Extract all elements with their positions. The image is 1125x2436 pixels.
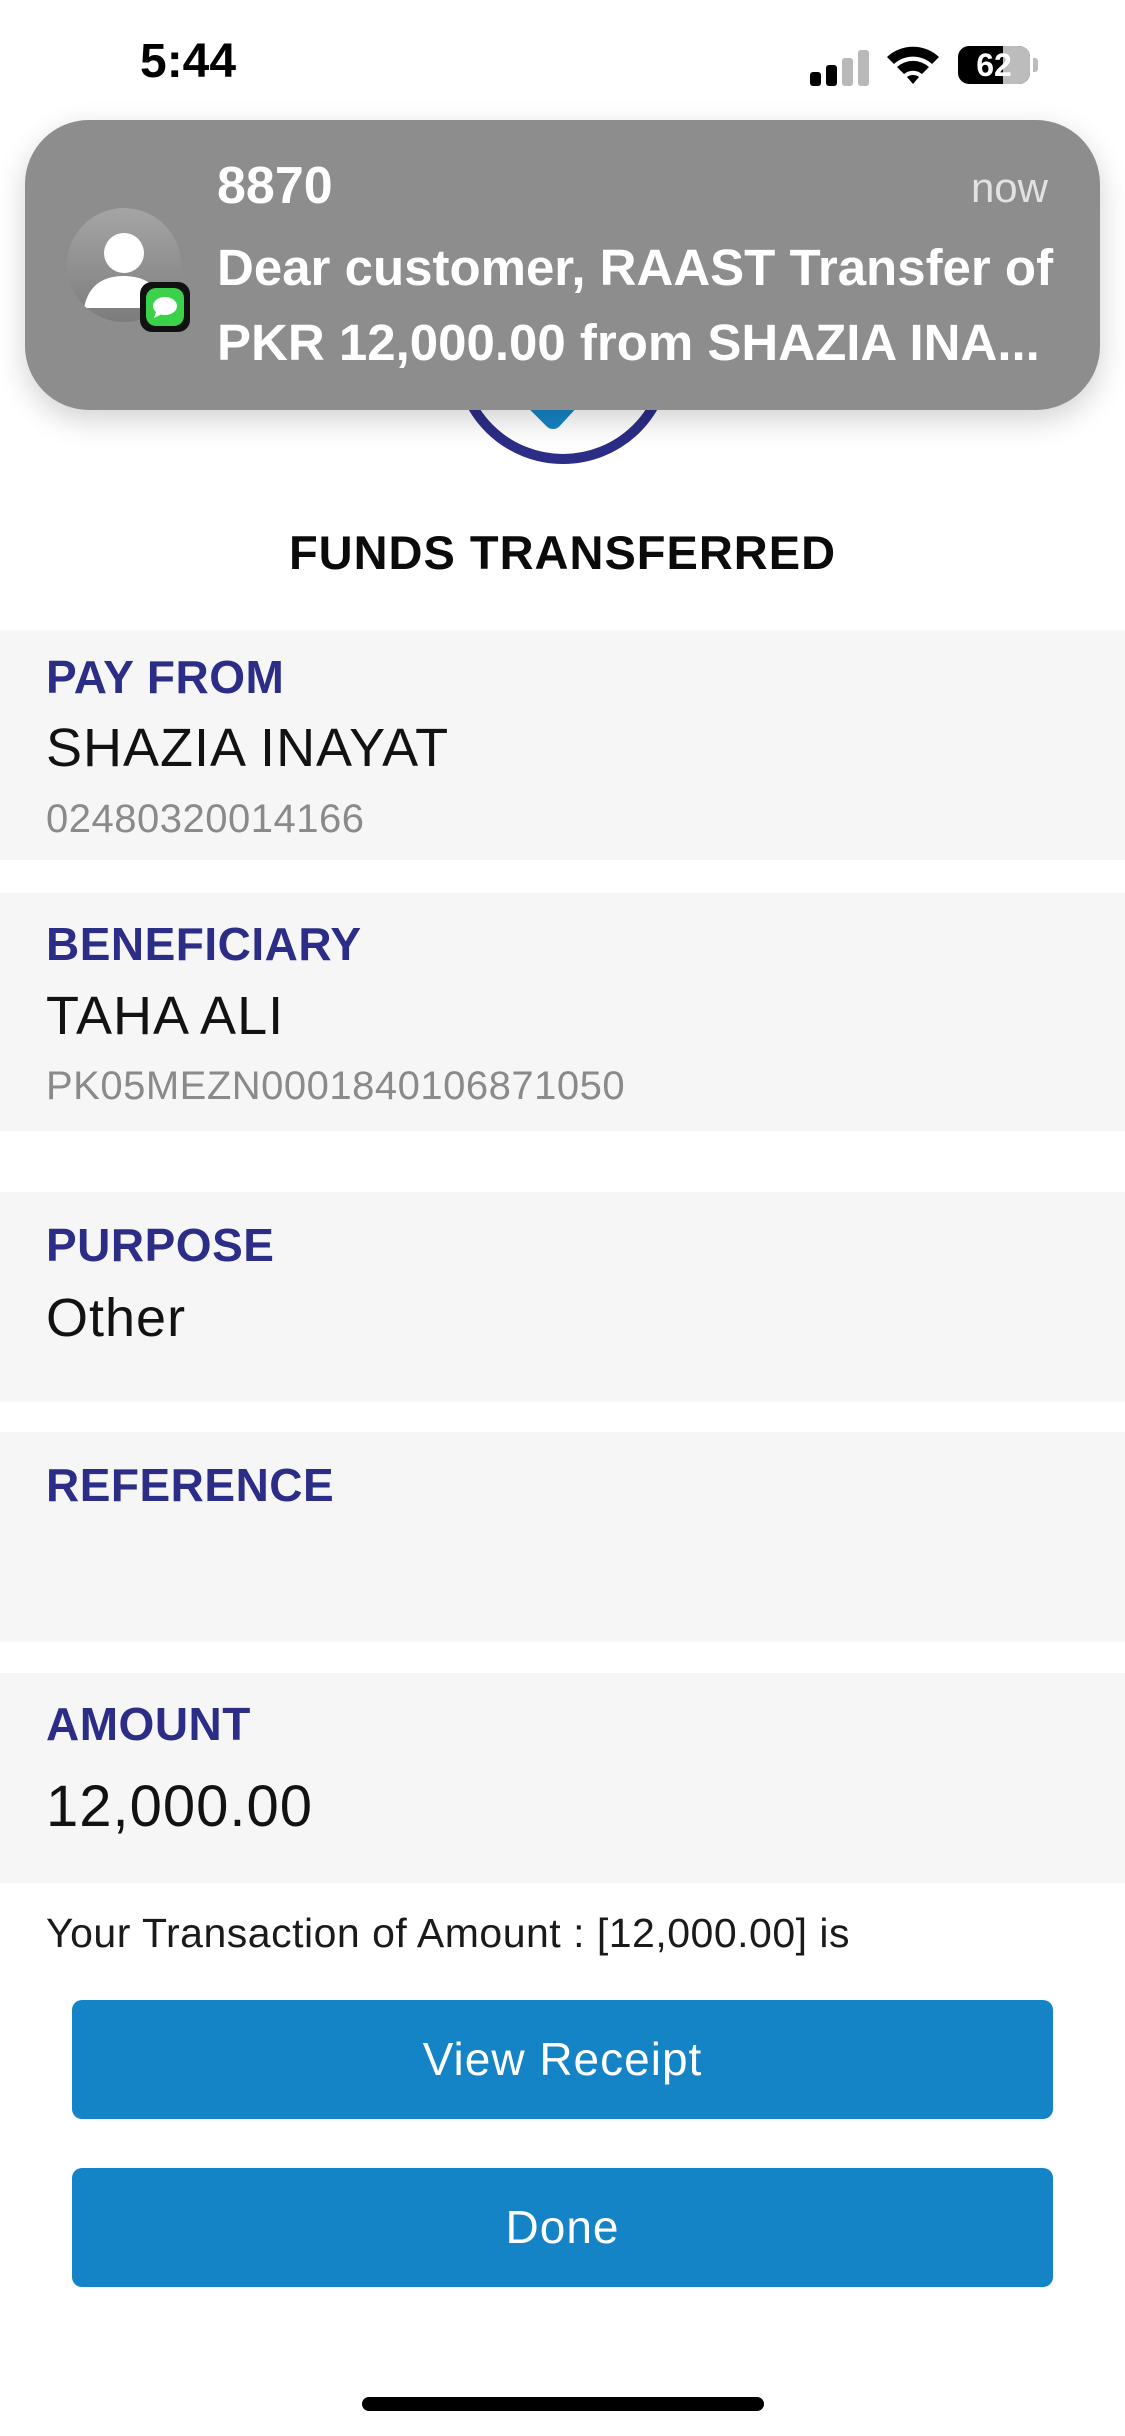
pay-from-name: SHAZIA INAYAT xyxy=(46,718,450,778)
cellular-signal-icon xyxy=(810,50,870,86)
purpose-label: PURPOSE xyxy=(46,1219,275,1271)
notification-sender: 8870 xyxy=(217,157,333,215)
page-title: FUNDS TRANSFERRED xyxy=(288,526,837,579)
pay-from-label: PAY FROM xyxy=(46,651,285,703)
pay-from-section: PAY FROM SHAZIA INAYAT 02480320014166 xyxy=(0,630,1125,860)
amount-section: AMOUNT 12,000.00 xyxy=(0,1673,1125,1883)
purpose-value: Other xyxy=(46,1288,187,1348)
notification-time: now xyxy=(970,164,1048,211)
transaction-message: Your Transaction of Amount : [12,000.00]… xyxy=(46,1910,851,1956)
status-bar: 5:44 62 xyxy=(0,0,1125,130)
done-button[interactable]: Done xyxy=(72,2168,1053,2287)
reference-section: REFERENCE xyxy=(0,1432,1125,1642)
beneficiary-section: BENEFICIARY TAHA ALI PK05MEZN00018401068… xyxy=(0,893,1125,1131)
messages-app-icon xyxy=(140,282,190,332)
view-receipt-button[interactable]: View Receipt xyxy=(72,2000,1053,2119)
battery-icon: 62 xyxy=(958,46,1038,84)
home-indicator[interactable] xyxy=(362,2397,764,2411)
beneficiary-name: TAHA ALI xyxy=(46,986,285,1046)
battery-level: 62 xyxy=(976,47,1012,83)
wifi-icon xyxy=(887,46,939,84)
notification-body-line2: PKR 12,000.00 from SHAZIA INA... xyxy=(217,314,1040,371)
amount-value: 12,000.00 xyxy=(46,1774,314,1839)
amount-label: AMOUNT xyxy=(46,1698,251,1750)
reference-label: REFERENCE xyxy=(46,1459,335,1511)
beneficiary-account: PK05MEZN0001840106871050 xyxy=(46,1064,626,1108)
status-time: 5:44 xyxy=(140,35,237,88)
notification-body: Dear customer, RAAST Transfer of PKR 12,… xyxy=(217,230,1057,380)
pay-from-account: 02480320014166 xyxy=(46,797,365,841)
message-notification[interactable]: 8870 now Dear customer, RAAST Transfer o… xyxy=(25,120,1100,410)
notification-body-line1: Dear customer, RAAST Transfer of xyxy=(217,239,1054,296)
purpose-section: PURPOSE Other xyxy=(0,1192,1125,1402)
beneficiary-label: BENEFICIARY xyxy=(46,918,362,970)
